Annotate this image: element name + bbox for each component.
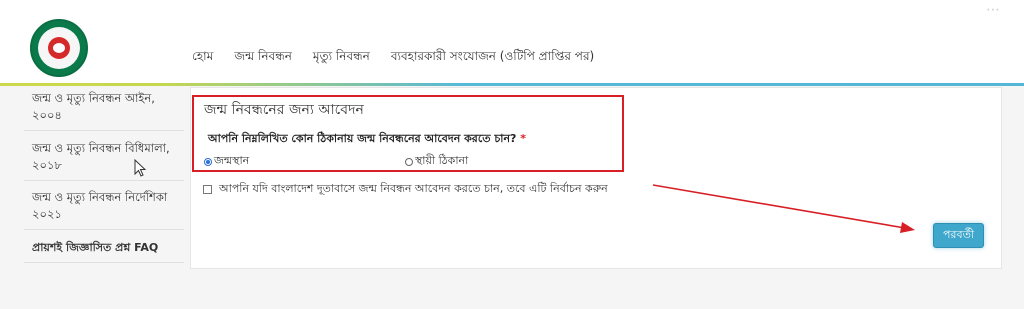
radio-permanent-address-indicator[interactable] xyxy=(405,157,413,166)
embassy-checkbox[interactable] xyxy=(203,185,212,194)
main-nav: হোম জন্ম নিবন্ধন মৃত্যু নিবন্ধন ব্যবহারক… xyxy=(192,48,594,68)
radio-permanent-address-label: স্থায়ী ঠিকানা xyxy=(415,154,469,167)
government-logo[interactable] xyxy=(30,19,88,77)
required-mark: * xyxy=(520,132,527,145)
sidebar-item-rules-2018[interactable]: জন্ম ও মৃত্যু নিবন্ধন বিধিমালা, ২০১৮ xyxy=(24,131,184,181)
sidebar-item-guideline-2021[interactable]: জন্ম ও মৃত্যু নিবন্ধন নির্দেশিকা ২০২১ xyxy=(24,181,184,230)
address-choice-section: জন্ম নিবন্ধনের জন্য আবেদন আপনি নিম্নলিখি… xyxy=(192,95,624,172)
radio-permanent-address[interactable]: স্থায়ী ঠিকানা xyxy=(405,152,468,171)
sidebar-item-act-2004[interactable]: জন্ম ও মৃত্যু নিবন্ধন আইন, ২০০৪ xyxy=(24,86,184,131)
radio-birthplace-indicator[interactable] xyxy=(204,157,212,166)
sidebar-item-faq[interactable]: প্রায়শই জিজ্ঞাসিত প্রশ্ন FAQ xyxy=(24,230,184,263)
nav-item-death-registration[interactable]: মৃত্যু নিবন্ধন xyxy=(313,48,370,68)
more-icon: ⋯ xyxy=(986,2,1002,18)
nav-item-birth-registration[interactable]: জন্ম নিবন্ধন xyxy=(234,48,292,68)
sidebar: জন্ম ও মৃত্যু নিবন্ধন আইন, ২০০৪ জন্ম ও ম… xyxy=(24,86,184,263)
radio-birthplace[interactable]: জন্মস্থান xyxy=(204,152,249,171)
nav-item-home[interactable]: হোম xyxy=(192,48,213,68)
form-question: আপনি নিম্নলিখিত কোন ঠিকানায় জন্ম নিবন্ধ… xyxy=(208,130,526,149)
form-title: জন্ম নিবন্ধনের জন্য আবেদন xyxy=(204,102,364,118)
question-text: আপনি নিম্নলিখিত কোন ঠিকানায় জন্ম নিবন্ধ… xyxy=(208,132,517,145)
embassy-checkbox-label: আপনি যদি বাংলাদেশ দূতাবাসে জন্ম নিবন্ধন … xyxy=(219,182,608,195)
mouse-cursor-icon xyxy=(134,159,147,177)
site-header: ⋯ হোম জন্ম নিবন্ধন মৃত্যু নিবন্ধন ব্যবহা… xyxy=(0,0,1024,84)
nav-item-user-addition[interactable]: ব্যবহারকারী সংযোজন (ওটিপি প্রাপ্তির পর) xyxy=(391,48,594,68)
embassy-option[interactable]: আপনি যদি বাংলাদেশ দূতাবাসে জন্ম নিবন্ধন … xyxy=(203,180,608,199)
radio-birthplace-label: জন্মস্থান xyxy=(214,154,250,167)
next-button[interactable]: পরবর্তী xyxy=(933,223,984,248)
